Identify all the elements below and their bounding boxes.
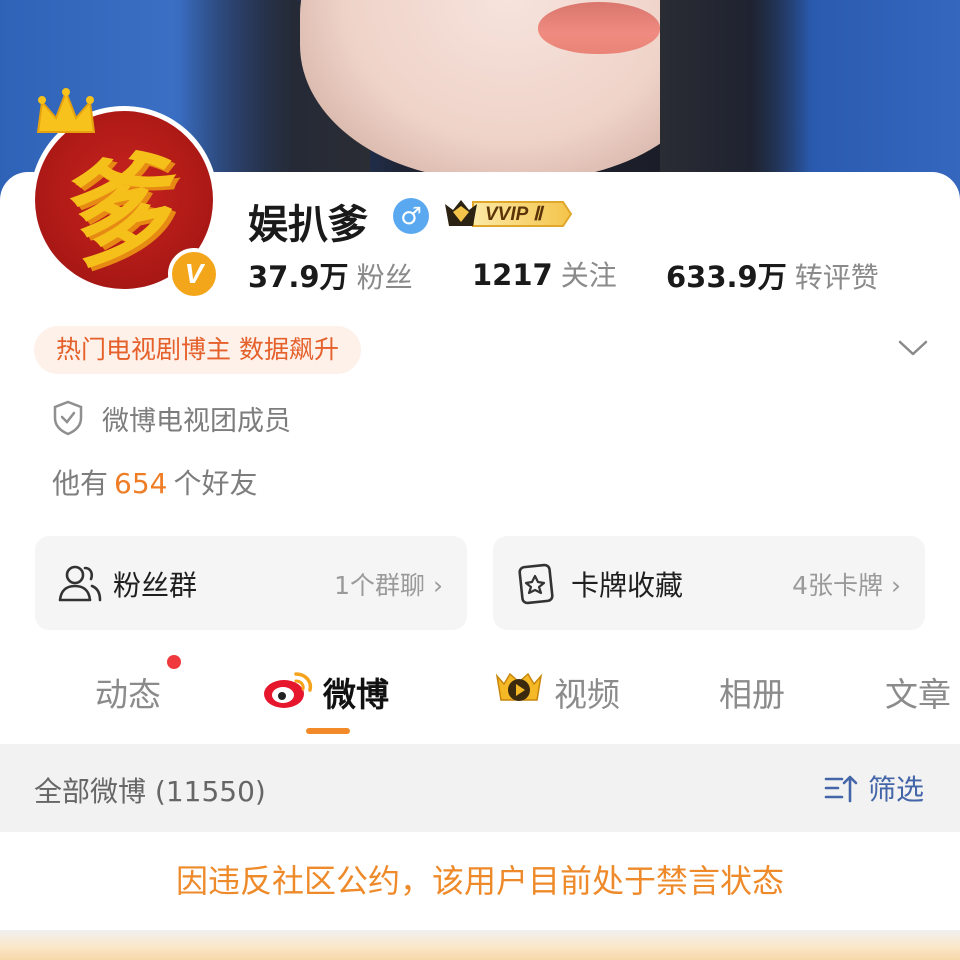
stat-label: 关注 <box>560 259 617 292</box>
gender-male-icon: ♂ <box>393 198 429 234</box>
active-tab-indicator <box>306 728 350 734</box>
shield-check-icon <box>53 400 83 436</box>
verified-badge: V <box>168 248 220 300</box>
weibo-logo-icon <box>264 672 313 708</box>
tab-articles[interactable]: 文章 <box>885 668 951 716</box>
fan-group-tile[interactable]: 粉丝群 1个群聊 › <box>35 536 467 630</box>
friends-suffix: 个好友 <box>173 467 258 500</box>
tile-meta-text: 1个群聊 <box>334 571 426 600</box>
stat-label: 粉丝 <box>356 261 413 294</box>
chevron-down-icon[interactable] <box>896 336 930 360</box>
membership-row[interactable]: 微博电视团成员 <box>52 396 291 440</box>
cover-lips <box>538 2 660 54</box>
stat-value: 1217 <box>472 258 553 292</box>
stat-value: 633.9万 <box>666 260 787 294</box>
tile-meta: 1个群聊 › <box>334 566 443 602</box>
stat-interactions[interactable]: 633.9万 转评赞 <box>666 254 879 296</box>
video-play-icon <box>495 672 543 701</box>
friends-count: 654 <box>114 467 168 500</box>
feed-filter-bar: 全部微博 (11550) 筛选 <box>0 744 960 832</box>
ban-notice: 因违反社区公约，该用户目前处于禁言状态 <box>0 832 960 930</box>
friends-prefix: 他有 <box>52 467 109 500</box>
membership-text: 微博电视团成员 <box>102 405 291 437</box>
tab-feed[interactable]: 动态 <box>95 668 161 716</box>
chevron-right-icon: › <box>891 571 901 600</box>
tab-video[interactable]: 视频 <box>554 668 620 716</box>
card-star-icon <box>518 563 554 605</box>
profile-name: 娱扒爹 <box>248 202 368 248</box>
tab-album[interactable]: 相册 <box>719 668 785 716</box>
tile-title: 粉丝群 <box>113 569 198 602</box>
stat-value: 37.9万 <box>248 260 349 294</box>
stat-label: 转评赞 <box>794 261 879 294</box>
tile-meta: 4张卡牌 › <box>792 566 901 602</box>
bottom-strip <box>0 930 960 960</box>
feed-count-title: 全部微博 (11550) <box>34 775 266 808</box>
users-icon <box>58 565 102 602</box>
hot-tag[interactable]: 热门电视剧博主 数据飙升 <box>34 326 361 374</box>
filter-sort-icon <box>824 775 858 803</box>
chevron-right-icon: › <box>433 571 443 600</box>
filter-button[interactable]: 筛选 <box>824 768 924 808</box>
tile-meta-text: 4张卡牌 <box>792 571 884 600</box>
tile-title: 卡牌收藏 <box>571 569 684 602</box>
filter-label: 筛选 <box>867 773 924 806</box>
unread-dot <box>167 655 181 669</box>
card-collection-tile[interactable]: 卡牌收藏 4张卡牌 › <box>493 536 925 630</box>
vvip-label: VVIP Ⅱ <box>485 204 543 225</box>
stat-followers[interactable]: 37.9万 粉丝 <box>248 254 413 296</box>
cover-hair-right <box>660 0 810 200</box>
tab-weibo[interactable]: 微博 <box>323 668 389 716</box>
stat-following[interactable]: 1217 关注 <box>472 254 617 294</box>
friends-row[interactable]: 他有 654 个好友 <box>52 462 257 502</box>
crown-icon <box>36 88 96 133</box>
